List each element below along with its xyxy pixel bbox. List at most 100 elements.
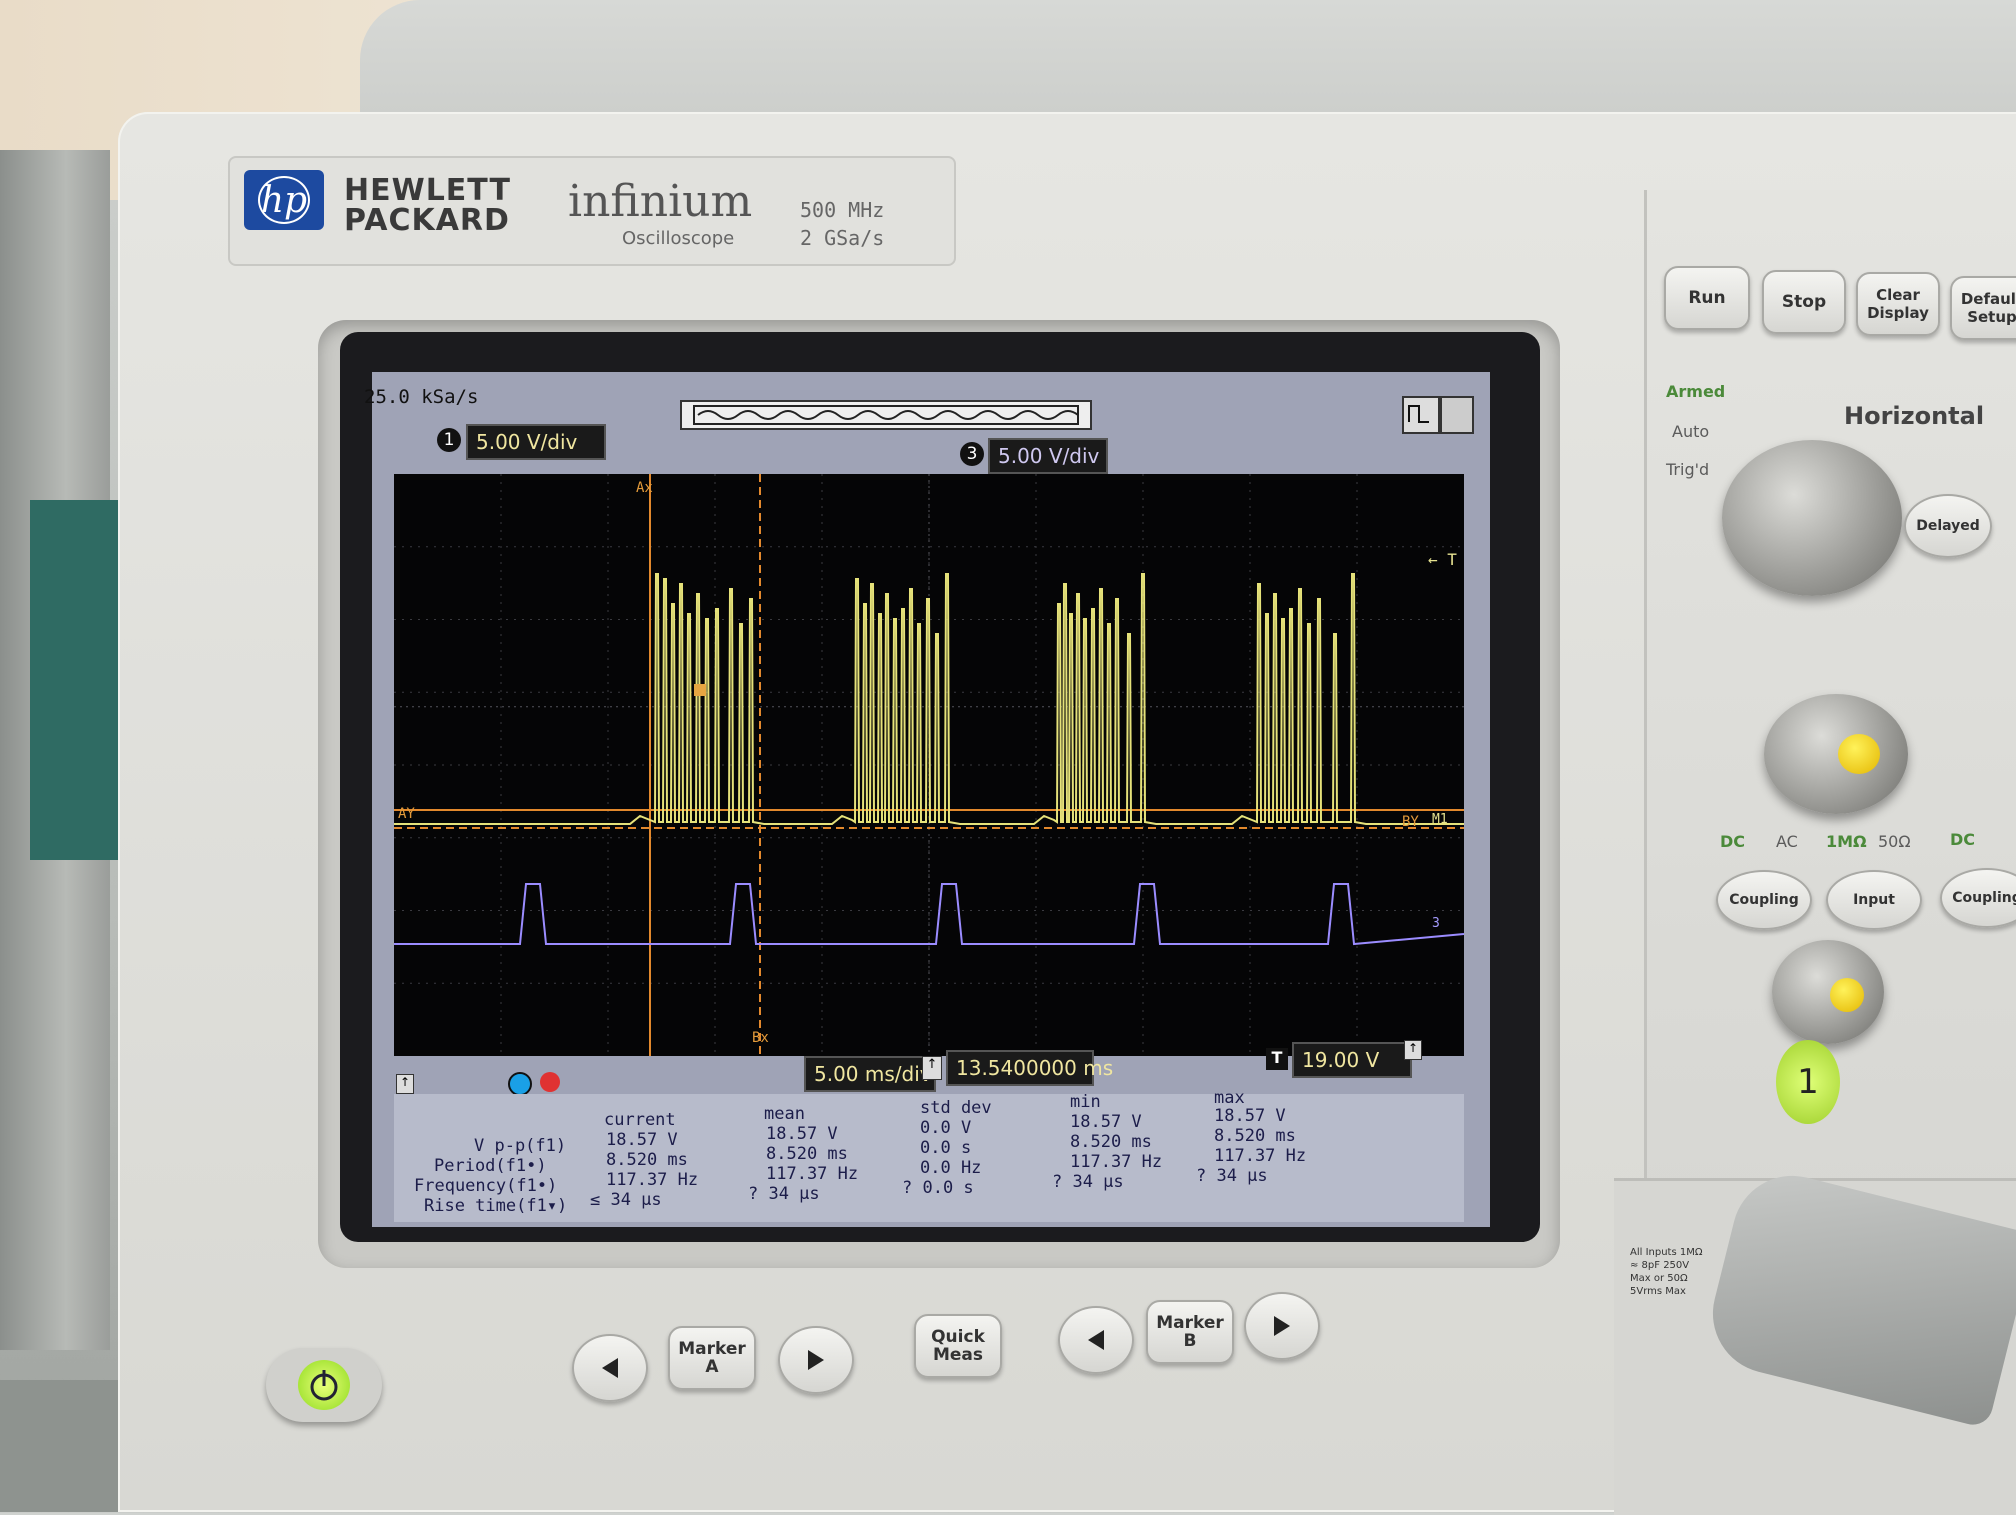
meas-row0-min: 18.57 V (1070, 1112, 1142, 1132)
marker-a-right-button[interactable] (778, 1326, 854, 1394)
ch-color-blue-icon[interactable] (508, 1072, 532, 1096)
scroll-right-icon[interactable]: ↑ (1404, 1040, 1422, 1060)
ch3-ground-marker: 3 (1432, 916, 1440, 931)
power-button[interactable] (266, 1348, 382, 1422)
meas-header-mean: mean (764, 1104, 805, 1124)
meas-row1-name[interactable]: Period(f1•) (434, 1156, 547, 1176)
meas-row3-max: ? 34 µs (1196, 1166, 1268, 1186)
inputs-note: All Inputs 1MΩ ≈ 8pF 250V Max or 50Ω 5Vr… (1630, 1247, 1703, 1297)
meas-row2-current: 117.37 Hz (606, 1170, 699, 1190)
horizontal-knob[interactable] (1722, 440, 1902, 596)
meas-row2-mean: 117.37 Hz (766, 1164, 859, 1184)
knob-cap-icon (1838, 734, 1880, 774)
meas-header-std: std dev (920, 1098, 992, 1118)
marker-b-button[interactable]: Marker B (1146, 1300, 1234, 1364)
marker-ax-label: Ax (636, 480, 653, 496)
meas-row3-name[interactable]: Rise time(f1▾) (424, 1196, 567, 1216)
trigger-level-marker: ← T (1428, 550, 1457, 569)
ch1-scale-knob[interactable] (1764, 694, 1908, 814)
ch1-ground-marker: M1 (1432, 812, 1448, 827)
armed-indicator: Armed (1666, 382, 1726, 401)
brand-line2: PACKARD (344, 203, 510, 238)
meas-row2-name[interactable]: Frequency(f1•) (414, 1176, 557, 1196)
meas-row1-min: 8.520 ms (1070, 1132, 1152, 1152)
ch1-select-button[interactable]: 1 (1776, 1040, 1840, 1124)
ch1-scale[interactable]: 5.00 V/div (466, 424, 606, 460)
meas-row0-current: 18.57 V (606, 1130, 678, 1150)
toolbar-icon[interactable] (1440, 396, 1474, 434)
scroll-left-icon[interactable]: ↑ (396, 1074, 414, 1094)
graticule (394, 474, 1465, 1056)
marker-bx-label: Bx (752, 1030, 769, 1046)
meas-row1-mean: 8.520 ms (766, 1144, 848, 1164)
clear-display-button[interactable]: Clear Display (1856, 272, 1940, 336)
run-button[interactable]: Run (1664, 266, 1750, 330)
marker-b-left-button[interactable] (1058, 1306, 1134, 1374)
coupling-button[interactable]: Coupling (1716, 870, 1812, 930)
ac-label: AC (1776, 832, 1798, 851)
default-setup-button[interactable]: Default Setup (1950, 276, 2016, 340)
delayed-button[interactable]: Delayed (1904, 494, 1992, 558)
meas-row2-std: 0.0 Hz (920, 1158, 982, 1178)
measurement-panel: current mean std dev min max V p-p(f1) P… (394, 1088, 1464, 1222)
meas-row3-mean: ? 34 µs (748, 1184, 820, 1204)
product-name: infinium (568, 176, 753, 227)
dc-label: DC (1720, 832, 1746, 851)
ch1-badge: 1 (437, 428, 461, 452)
meas-header-current: current (604, 1110, 676, 1130)
spec-bandwidth: 500 MHz (800, 198, 885, 222)
horizontal-delay[interactable]: 13.5400000 ms (946, 1050, 1113, 1086)
time-per-div[interactable]: 5.00 ms/div (804, 1056, 936, 1092)
arrow-right-icon (808, 1350, 824, 1370)
memory-bar[interactable] (680, 400, 1092, 430)
marker-b-right-button[interactable] (1244, 1292, 1320, 1360)
horizontal-label: Horizontal (1844, 402, 1985, 430)
meas-header-max: max (1214, 1088, 1245, 1108)
power-icon (298, 1360, 350, 1410)
marker-ay-label: AY (398, 806, 415, 822)
product-subtitle: Oscilloscope (622, 228, 735, 249)
quick-meas-button[interactable]: Quick Meas (914, 1314, 1002, 1378)
marker-a-left-button[interactable] (572, 1334, 648, 1402)
dc-label-ch2: DC (1950, 830, 1976, 849)
meas-row3-current: ≤ 34 µs (590, 1190, 662, 1210)
meas-row2-max: 117.37 Hz (1214, 1146, 1307, 1166)
ch1-waveform (394, 573, 1464, 825)
brand-line1: HEWLETT (344, 173, 511, 208)
meas-row1-max: 8.520 ms (1214, 1126, 1296, 1146)
ch3-scale[interactable]: 5.00 V/div (988, 438, 1108, 474)
spec-samplerate: 2 GSa/s (800, 226, 885, 250)
meas-row2-min: 117.37 Hz (1070, 1152, 1163, 1172)
meas-row0-max: 18.57 V (1214, 1106, 1286, 1126)
trigger-point-marker (694, 684, 706, 696)
meas-row0-mean: 18.57 V (766, 1124, 838, 1144)
waveform-plot (394, 474, 1465, 1056)
arrow-right-icon (1274, 1316, 1290, 1336)
ch-color-red-icon[interactable] (540, 1072, 560, 1092)
ch1-offset-knob[interactable] (1772, 940, 1884, 1044)
meas-row1-current: 8.520 ms (606, 1150, 688, 1170)
stop-button[interactable]: Stop (1762, 270, 1846, 334)
sample-rate: 25.0 kSa/s (364, 386, 479, 408)
trigger-icon: T (1266, 1048, 1288, 1070)
meas-row3-min: ? 34 µs (1052, 1172, 1124, 1192)
marker-by-label: BY (1402, 814, 1419, 830)
meas-row3-std: ? 0.0 s (902, 1178, 974, 1198)
trigd-indicator: Trig'd (1666, 460, 1710, 479)
auto-indicator: Auto (1672, 422, 1710, 441)
hp-logo: hp (244, 170, 324, 230)
meas-row1-std: 0.0 s (920, 1138, 972, 1158)
meas-row0-name[interactable]: V p-p(f1) (474, 1136, 566, 1156)
arrow-left-icon (602, 1358, 618, 1378)
ch3-badge: 3 (960, 442, 984, 466)
marker-a-button[interactable]: Marker A (668, 1326, 756, 1390)
input-button[interactable]: Input (1826, 870, 1922, 930)
meas-row0-std: 0.0 V (920, 1118, 972, 1138)
trigger-level[interactable]: 19.00 V (1292, 1042, 1412, 1078)
meas-header-min: min (1070, 1092, 1101, 1112)
1mohm-label: 1MΩ (1826, 832, 1867, 851)
knob-cap-icon (1830, 978, 1864, 1012)
arrow-left-icon (1088, 1330, 1104, 1350)
run-mode-icon[interactable] (1402, 396, 1440, 434)
memory-bar-wave-icon (693, 405, 1079, 425)
